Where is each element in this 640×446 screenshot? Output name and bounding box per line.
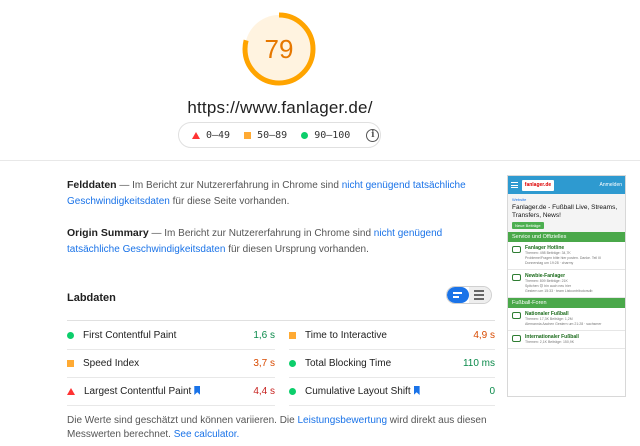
score-legend: 0–49 50–89 90–100 i (178, 122, 381, 148)
metric-label: Speed Index (83, 358, 140, 369)
site-logo: fanlager.de (522, 179, 554, 191)
chat-icon (512, 274, 521, 281)
metric-value: 4,9 s (473, 330, 495, 341)
compact-view-button[interactable] (447, 287, 470, 303)
preview-forum-row: Newbie-Fanlager Themen: 809 Beiträge: 21… (508, 270, 625, 298)
page-url: https://www.fanlager.de/ (187, 98, 373, 117)
legend-fail-label: 0–49 (206, 129, 231, 141)
triangle-icon (192, 131, 200, 139)
page-screenshot-preview[interactable]: fanlager.de Anmelden Website Fanlager.de… (507, 175, 626, 397)
metric-value: 3,7 s (253, 358, 275, 369)
circle-icon (289, 388, 296, 395)
expanded-view-button[interactable] (469, 287, 491, 303)
preview-login: Anmelden (599, 182, 622, 188)
metric-label: Largest Contentful Paint (84, 386, 192, 397)
square-icon (289, 332, 296, 339)
lab-data-title: Labdaten (67, 292, 116, 304)
preview-section-header: Fußball-Foren (508, 298, 625, 308)
info-icon[interactable]: i (366, 128, 380, 142)
legend-pass: 90–100 (301, 130, 350, 141)
metric-first-contentful-paint: First Contentful Paint 1,6 s (67, 322, 275, 350)
performance-score-gauge: 79 (241, 11, 317, 87)
preview-title-area: Website Fanlager.de - Fußball Live, Stre… (508, 194, 625, 232)
score-value: 79 (264, 34, 294, 64)
footnote-text: Die Werte sind geschätzt und können vari… (67, 415, 295, 426)
chat-icon (512, 246, 521, 253)
bookmark-icon[interactable] (194, 386, 201, 395)
metric-label: Time to Interactive (305, 330, 387, 341)
chat-icon (512, 335, 521, 342)
square-icon (67, 360, 74, 367)
circle-icon (67, 332, 74, 339)
preview-section-header: Service und Offizielles (508, 232, 625, 242)
metrics-footnote: Die Werte sind geschätzt und können vari… (67, 414, 487, 442)
preview-forum-meta: Gestern um 15:33 · team Listcontributors… (525, 289, 593, 293)
preview-forum-meta: Donnerstag um 19:28 · charmy (525, 261, 574, 265)
metric-largest-contentful-paint: Largest Contentful Paint 4,4 s (67, 378, 275, 406)
lab-divider (67, 320, 495, 321)
metric-cumulative-layout-shift: Cumulative Layout Shift 0 (289, 378, 495, 406)
hamburger-icon (511, 182, 518, 188)
legend-fail: 0–49 (192, 130, 230, 141)
preview-forum-row: Fanlager Hotline Themen: 498 Beiträge: 3… (508, 242, 625, 270)
preview-header: fanlager.de Anmelden (508, 176, 625, 194)
metric-value: 4,4 s (253, 386, 275, 397)
origin-summary-text-after: für diesen Ursprung vorhanden. (228, 244, 369, 255)
calculator-link[interactable]: See calculator. (174, 429, 240, 440)
metric-total-blocking-time: Total Blocking Time 110 ms (289, 350, 495, 378)
preview-title: Fanlager.de - Fußball Live, Streams, Tra… (512, 204, 618, 219)
triangle-icon (67, 388, 75, 395)
legend-average-label: 50–89 (257, 129, 288, 141)
field-data-section: Felddaten — Im Bericht zur Nutzererfahru… (67, 177, 467, 210)
metric-value: 0 (489, 386, 495, 397)
preview-new-posts-button: Neue Beiträge (512, 222, 544, 229)
metric-label: Total Blocking Time (305, 358, 392, 369)
legend-average: 50–89 (244, 130, 287, 141)
metric-label-wrap: Cumulative Layout Shift (305, 386, 489, 397)
metric-label: First Contentful Paint (83, 330, 177, 341)
legend-pass-label: 90–100 (314, 129, 351, 141)
field-data-title: Felddaten (67, 179, 117, 191)
preview-forum-row: Internationaler Fußball Themen: 2,1K Bei… (508, 331, 625, 349)
metric-time-to-interactive: Time to Interactive 4,9 s (289, 322, 495, 350)
preview-forum-latest: Alemannia Aachen Gestern um 21:28 · sach… (525, 322, 602, 326)
field-data-text-after: für diese Seite vorhanden. (172, 196, 290, 207)
circle-icon (301, 131, 309, 139)
field-data-text: — Im Bericht zur Nutzererfahrung in Chro… (119, 180, 339, 191)
metric-label: Cumulative Layout Shift (305, 386, 411, 397)
preview-forum-row: Nationaler Fußball Themen: 17,3K Beiträg… (508, 308, 625, 331)
chat-icon (512, 312, 521, 319)
bookmark-icon[interactable] (413, 386, 420, 395)
preview-breadcrumb: Website (512, 197, 527, 202)
origin-summary-section: Origin Summary — Im Bericht zur Nutzerer… (67, 225, 467, 258)
metrics-view-toggle[interactable] (446, 286, 492, 304)
metric-value: 1,6 s (253, 330, 275, 341)
square-icon (244, 131, 252, 139)
origin-summary-text: — Im Bericht zur Nutzererfahrung in Chro… (151, 228, 372, 239)
circle-icon (289, 360, 296, 367)
metric-speed-index: Speed Index 3,7 s (67, 350, 275, 378)
metric-value: 110 ms (462, 358, 495, 369)
preview-forum-stats: Themen: 2,1K Beiträge: 150,9K (525, 340, 575, 344)
metric-label-wrap: Largest Contentful Paint (84, 386, 253, 397)
performance-score-link[interactable]: Leistungsbewertung (298, 415, 388, 426)
origin-summary-title: Origin Summary (67, 227, 149, 239)
section-divider (0, 160, 640, 161)
